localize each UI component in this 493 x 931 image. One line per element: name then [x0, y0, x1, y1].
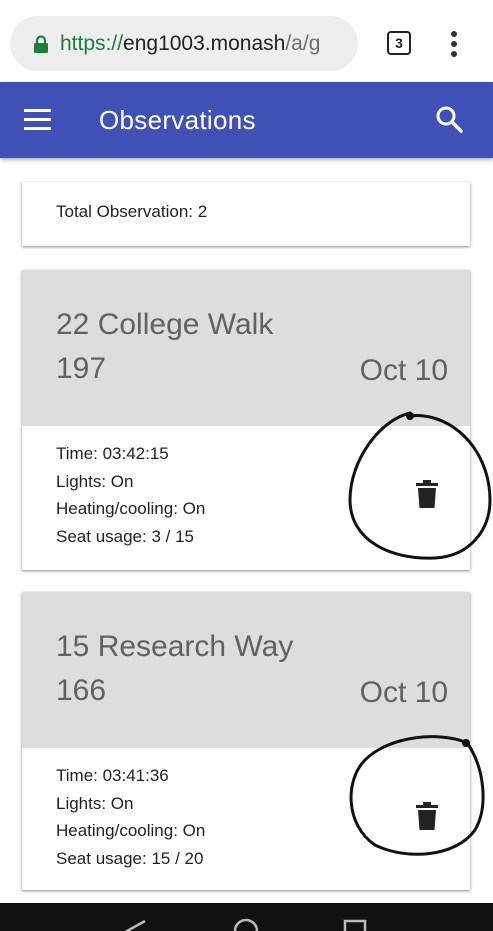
observation-date: Oct 10 — [359, 676, 448, 709]
summary-card: Total Observation: 2 — [22, 182, 470, 246]
observation-details: Time: 03:42:15 Lights: On Heating/coolin… — [22, 426, 470, 570]
system-navigation-bar — [0, 903, 493, 931]
url-text: https://eng1003.monash/a/g — [60, 30, 320, 58]
address-bar[interactable]: https://eng1003.monash/a/g — [10, 16, 358, 71]
observation-header: 22 College Walk 197 Oct 10 — [22, 270, 470, 426]
observation-room: 197 — [56, 352, 107, 385]
url-fade — [328, 16, 358, 71]
observation-time: Time: 03:41:36 — [56, 766, 169, 785]
observation-seat-usage: Seat usage: 15 / 20 — [56, 849, 204, 868]
page-title: Observations — [99, 105, 256, 135]
observation-time: Time: 03:42:15 — [56, 444, 169, 463]
observation-card: 22 College Walk 197 Oct 10 Time: 03:42:1… — [22, 270, 470, 570]
url-scheme: https:// — [60, 32, 124, 55]
tab-switcher-button[interactable]: 3 — [387, 31, 411, 55]
recents-icon[interactable] — [343, 919, 367, 931]
observation-seat-usage: Seat usage: 3 / 15 — [56, 527, 194, 546]
observation-address: 15 Research Way — [56, 630, 294, 663]
observation-room: 166 — [56, 674, 107, 707]
observation-header: 15 Research Way 166 Oct 10 — [22, 592, 470, 748]
more-options-icon[interactable] — [446, 30, 462, 58]
app-bar: Observations — [0, 82, 493, 158]
total-observation-count: Total Observation: 2 — [56, 202, 208, 221]
lock-icon — [34, 35, 48, 53]
home-icon[interactable] — [232, 917, 260, 931]
observation-lights: Lights: On — [56, 794, 134, 813]
observation-card: 15 Research Way 166 Oct 10 Time: 03:41:3… — [22, 592, 470, 890]
search-icon[interactable] — [434, 104, 464, 134]
browser-toolbar: https://eng1003.monash/a/g 3 — [0, 0, 493, 82]
observation-heating: Heating/cooling: On — [56, 499, 206, 518]
url-host: eng1003.monash — [123, 32, 286, 55]
url-path: /a/g — [285, 32, 321, 55]
observation-details: Time: 03:41:36 Lights: On Heating/coolin… — [22, 748, 470, 892]
observation-lights: Lights: On — [56, 472, 134, 491]
trash-icon[interactable] — [416, 802, 438, 830]
observation-date: Oct 10 — [359, 354, 448, 387]
menu-icon[interactable] — [24, 108, 52, 132]
back-icon[interactable] — [123, 917, 149, 931]
observation-address: 22 College Walk — [56, 308, 274, 341]
observation-heating: Heating/cooling: On — [56, 821, 206, 840]
trash-icon[interactable] — [416, 480, 438, 508]
